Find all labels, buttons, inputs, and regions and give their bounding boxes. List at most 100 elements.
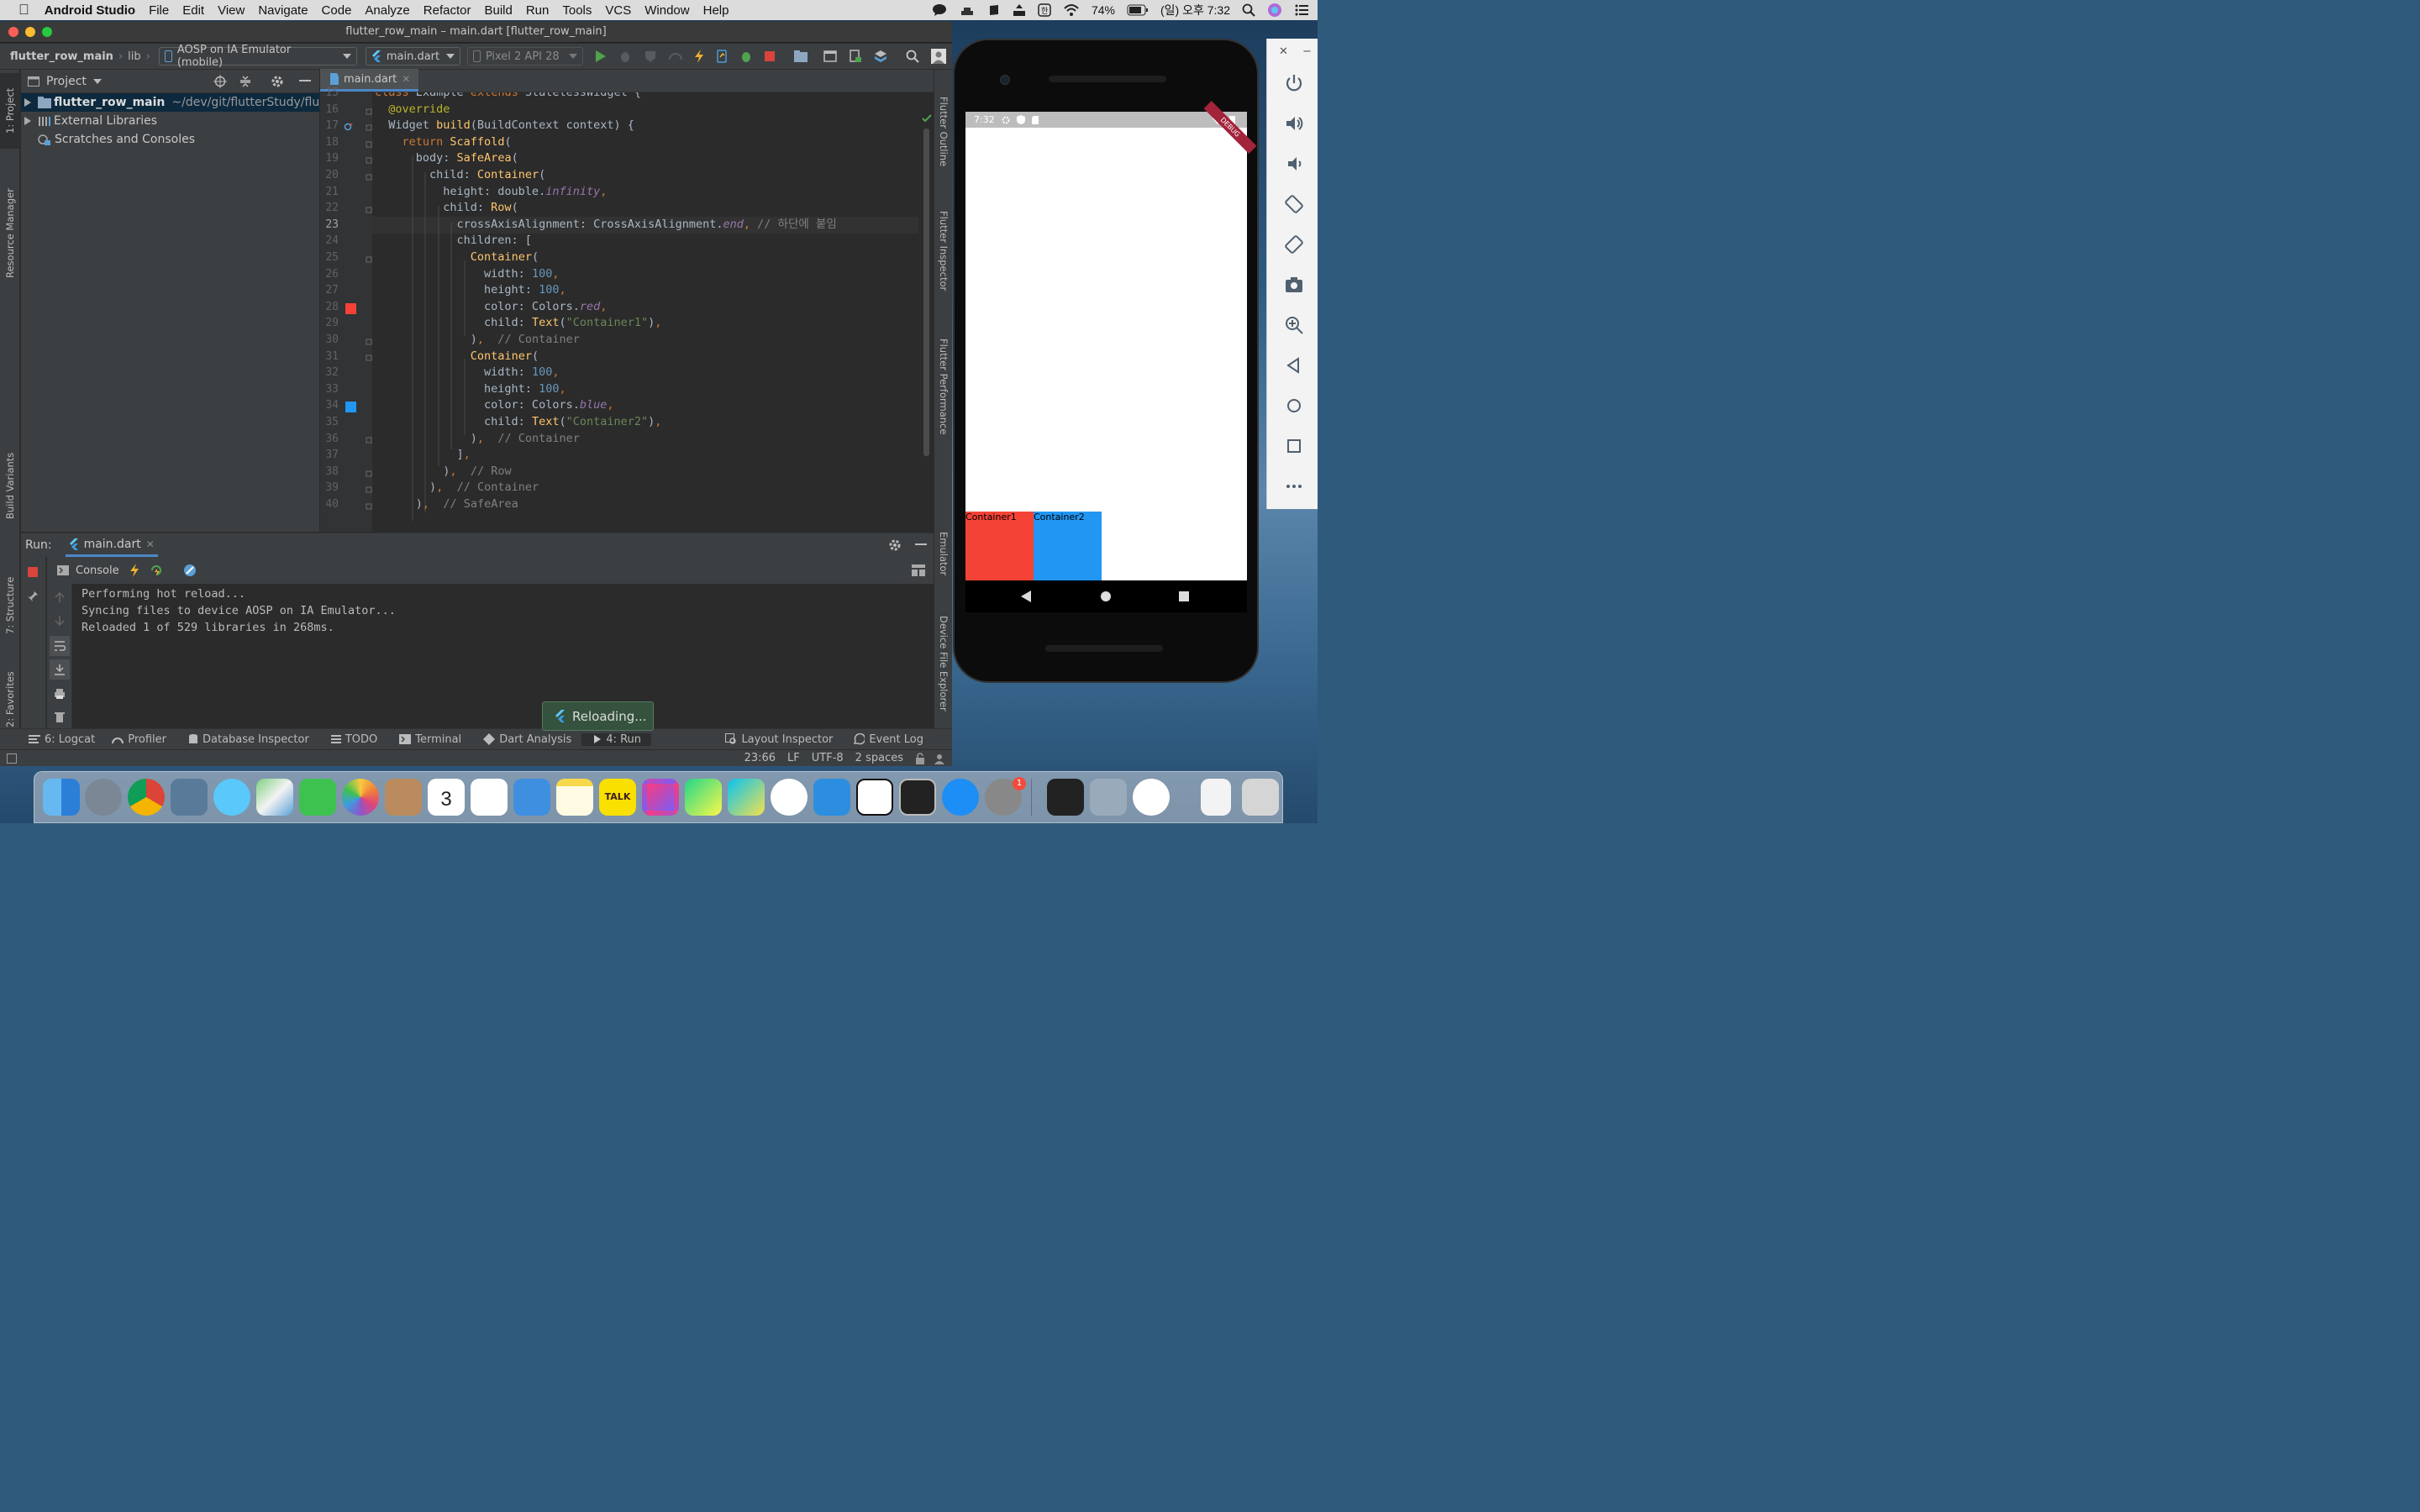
pycharm-icon[interactable] xyxy=(685,779,722,816)
calendar-icon[interactable]: 3 xyxy=(428,779,465,816)
hide-panel-icon[interactable] xyxy=(299,79,311,83)
close-icon[interactable]: ✕ xyxy=(1279,45,1288,58)
menu-help[interactable]: Help xyxy=(697,3,736,18)
app-store-icon[interactable] xyxy=(942,779,979,816)
chevron-down-icon[interactable] xyxy=(92,78,102,84)
stop-icon[interactable] xyxy=(28,567,38,577)
pin-icon[interactable] xyxy=(27,591,39,602)
trash-icon[interactable] xyxy=(55,711,65,722)
project-view-selector[interactable]: Project xyxy=(46,75,87,88)
tool-tab-structure[interactable]: 7: Structure xyxy=(0,561,20,649)
wifi-icon[interactable] xyxy=(1063,3,1080,17)
file-encoding[interactable]: UTF-8 xyxy=(812,752,844,764)
color-swatch-blue[interactable] xyxy=(345,402,356,412)
tool-tab-flutter-performance[interactable]: Flutter Performance xyxy=(934,339,952,473)
tool-windows-toggle-icon[interactable] xyxy=(7,753,17,764)
profile-icon[interactable] xyxy=(668,50,682,63)
menu-navigate[interactable]: Navigate xyxy=(251,3,314,18)
home-icon[interactable] xyxy=(1284,396,1304,416)
caret-position[interactable]: 23:66 xyxy=(744,752,776,764)
android-studio-icon[interactable] xyxy=(771,779,808,816)
menu-refactor[interactable]: Refactor xyxy=(417,3,478,18)
tool-tab-build-variants[interactable]: Build Variants xyxy=(0,431,20,540)
close-window-button[interactable] xyxy=(8,27,18,37)
tree-item-project-root[interactable]: flutter_row_main ~/dev/git/flutterStudy/… xyxy=(21,93,319,112)
power-icon[interactable] xyxy=(1284,73,1304,93)
run-config-selector[interactable]: main.dart xyxy=(365,47,460,66)
android-sdk-icon[interactable] xyxy=(1133,779,1170,816)
screenshot-icon[interactable] xyxy=(1284,275,1304,295)
menu-tools[interactable]: Tools xyxy=(555,3,598,18)
arrow-up-icon[interactable] xyxy=(54,591,66,603)
webstorm-icon[interactable] xyxy=(728,779,765,816)
gear-icon[interactable] xyxy=(888,538,902,552)
tree-item-external-libraries[interactable]: External Libraries xyxy=(21,112,319,130)
notion-icon[interactable] xyxy=(856,779,893,816)
notification-center-icon[interactable] xyxy=(1294,3,1309,17)
menu-vcs[interactable]: VCS xyxy=(598,3,638,18)
tool-todo[interactable]: TODO xyxy=(319,733,387,746)
hide-panel-icon[interactable] xyxy=(915,543,927,547)
menu-window[interactable]: Window xyxy=(638,3,696,18)
trash-icon[interactable] xyxy=(1242,779,1279,816)
console-output[interactable]: Performing hot reload... Syncing files t… xyxy=(82,585,396,636)
tool-tab-flutter-inspector[interactable]: Flutter Inspector xyxy=(934,211,952,324)
kakaotalk-icon[interactable]: TALK xyxy=(599,779,636,816)
inspector-icon[interactable] xyxy=(934,753,945,764)
messages-icon[interactable] xyxy=(213,779,250,816)
lock-icon[interactable] xyxy=(915,752,925,764)
input-method-icon[interactable]: 한 xyxy=(1038,3,1051,17)
cloud-icon[interactable] xyxy=(959,3,976,17)
image-capture-icon[interactable] xyxy=(1090,779,1127,816)
gem-icon[interactable] xyxy=(987,3,1001,17)
apply-changes-icon[interactable] xyxy=(716,50,728,63)
breadcrumb-folder[interactable]: lib xyxy=(128,50,140,63)
reminders-icon[interactable] xyxy=(471,779,508,816)
tool-terminal[interactable]: Terminal xyxy=(387,733,471,746)
volume-up-icon[interactable] xyxy=(1284,113,1304,134)
run-tab-main-dart[interactable]: main.dart ✕ xyxy=(65,533,158,557)
device-manager-icon[interactable] xyxy=(849,50,862,63)
scroll-to-end-icon[interactable] xyxy=(50,659,70,680)
rotate-right-icon[interactable] xyxy=(1284,234,1304,255)
vscode-icon[interactable] xyxy=(813,779,850,816)
user-avatar-icon[interactable] xyxy=(930,49,946,64)
messages-icon[interactable] xyxy=(932,3,947,17)
debug-icon[interactable] xyxy=(618,50,632,63)
menu-run[interactable]: Run xyxy=(519,3,556,18)
tool-tab-resource-manager[interactable]: Resource Manager xyxy=(0,162,20,305)
spotlight-icon[interactable] xyxy=(1242,3,1255,17)
terminal-icon[interactable] xyxy=(899,779,936,816)
volume-down-icon[interactable] xyxy=(1284,154,1304,174)
pdf-document-icon[interactable] xyxy=(1201,779,1231,816)
gear-icon[interactable] xyxy=(271,75,284,88)
tool-tab-device-file-explorer[interactable]: Device File Explorer xyxy=(934,616,952,742)
zoom-icon[interactable] xyxy=(1284,315,1304,335)
soft-wrap-icon[interactable] xyxy=(50,636,70,656)
minimize-icon[interactable]: − xyxy=(1302,45,1312,58)
siri-icon[interactable] xyxy=(1267,3,1282,18)
unity-icon[interactable] xyxy=(1047,779,1084,816)
collapse-all-icon[interactable] xyxy=(239,75,252,88)
finder-icon[interactable] xyxy=(43,779,80,816)
clock[interactable]: (일) 오후 7:32 xyxy=(1160,2,1230,18)
minimize-window-button[interactable] xyxy=(25,27,35,37)
indent-setting[interactable]: 2 spaces xyxy=(855,752,903,764)
menu-file[interactable]: File xyxy=(142,3,176,18)
battery-icon[interactable] xyxy=(1127,4,1149,16)
hot-reload-icon[interactable] xyxy=(694,50,704,63)
editor-scrollbar[interactable] xyxy=(923,129,929,456)
code-area[interactable]: class Example extends StatelessWidget { … xyxy=(372,92,918,532)
project-structure-icon[interactable] xyxy=(793,50,808,63)
arrow-down-icon[interactable] xyxy=(54,615,66,627)
facetime-icon[interactable] xyxy=(299,779,336,816)
zoom-window-button[interactable] xyxy=(42,27,52,37)
rotate-left-icon[interactable] xyxy=(1284,194,1304,214)
app-menu[interactable]: Android Studio xyxy=(36,3,142,18)
tool-profiler[interactable]: Profiler xyxy=(105,733,176,746)
tool-layout-inspector[interactable]: Layout Inspector xyxy=(715,733,843,746)
overview-icon[interactable] xyxy=(1284,436,1304,456)
tool-logcat[interactable]: 6: Logcat xyxy=(0,733,105,746)
tool-dart-analysis[interactable]: Dart Analysis xyxy=(471,733,581,746)
override-marker-icon[interactable] xyxy=(344,122,354,132)
